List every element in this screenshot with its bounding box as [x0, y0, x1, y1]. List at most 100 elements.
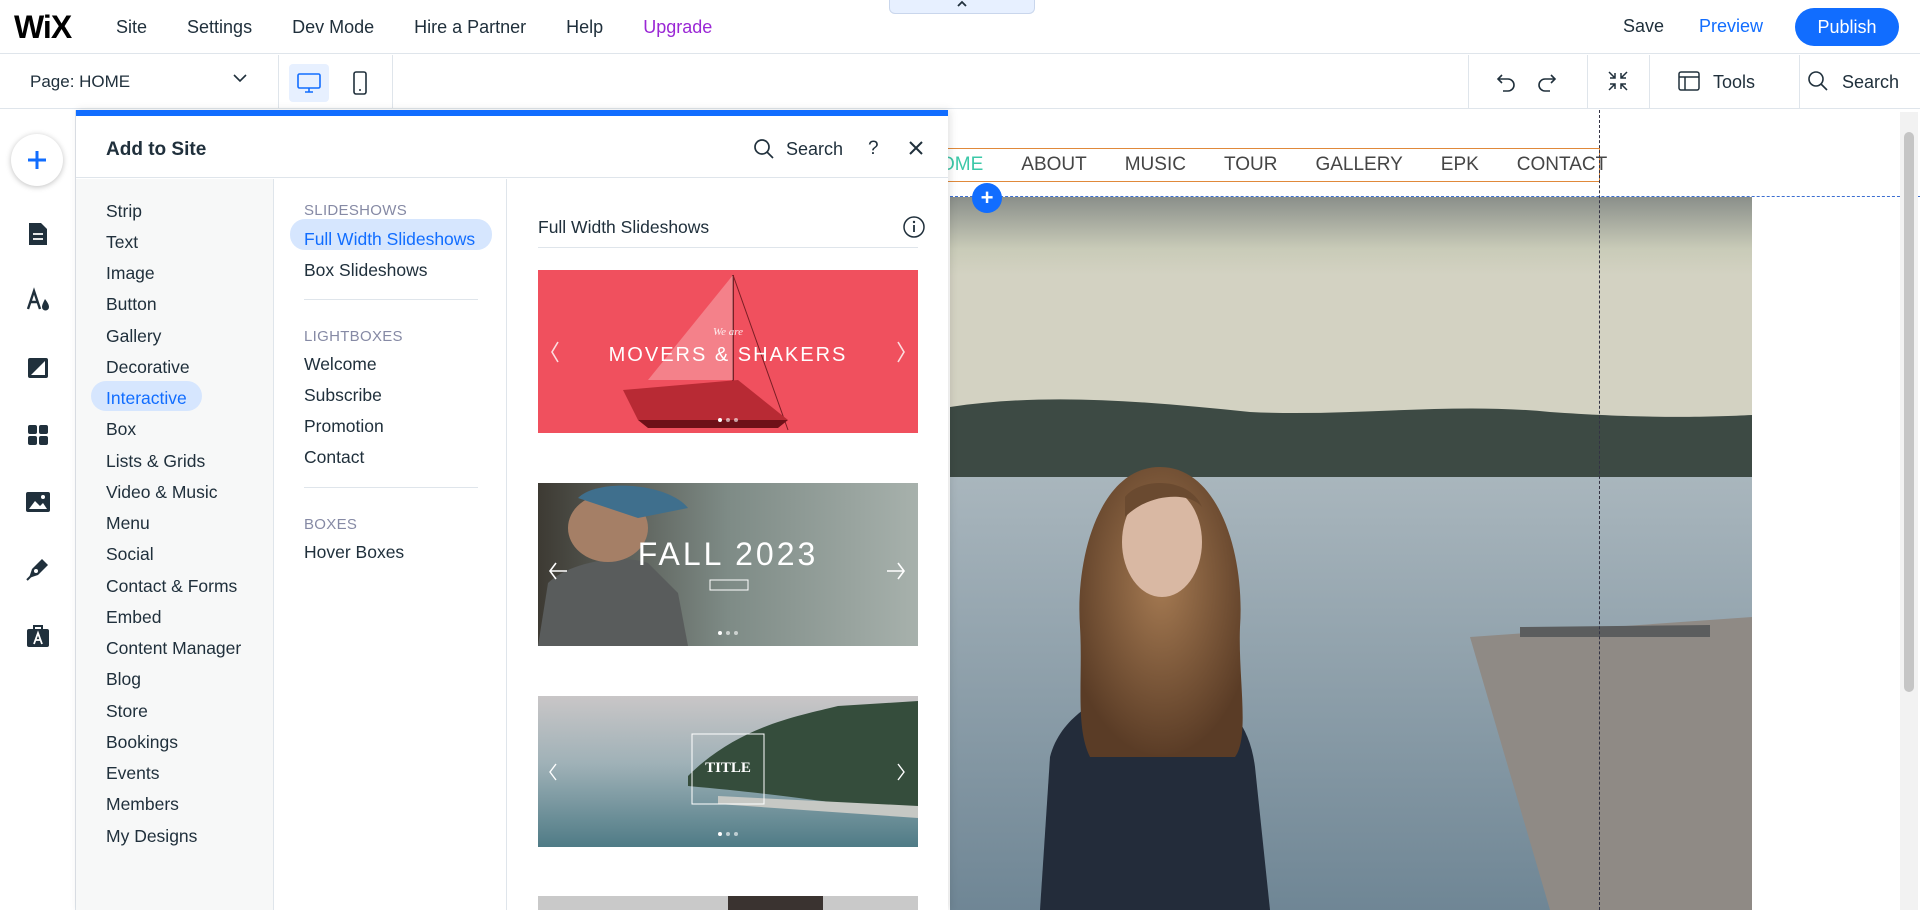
category-contact-forms[interactable]: Contact & Forms — [106, 576, 237, 597]
canvas-scrollbar[interactable] — [1900, 112, 1918, 910]
subcategory-promotion[interactable]: Promotion — [304, 416, 384, 437]
category-box[interactable]: Box — [106, 419, 136, 440]
preview-button[interactable]: Preview — [1699, 16, 1763, 37]
category-image[interactable]: Image — [106, 263, 155, 284]
pen-icon — [26, 559, 48, 581]
category-content-manager[interactable]: Content Manager — [106, 638, 241, 659]
category-events[interactable]: Events — [106, 763, 160, 784]
menu-dev-mode[interactable]: Dev Mode — [292, 17, 374, 38]
undo-icon[interactable] — [1494, 69, 1518, 93]
category-interactive[interactable]: Interactive — [106, 388, 187, 409]
section-heading-boxes: BOXES — [304, 516, 358, 533]
slideshow-thumb-title[interactable]: TITLE — [538, 696, 918, 847]
redo-icon[interactable] — [1535, 69, 1559, 93]
design-button[interactable] — [24, 286, 52, 314]
site-menu: OME ABOUT MUSIC TOUR GALLERY EPK CONTACT — [940, 154, 1645, 176]
category-video-music[interactable]: Video & Music — [106, 482, 218, 503]
divider — [1468, 55, 1469, 109]
category-list: Strip Text Image Button Gallery Decorati… — [76, 179, 274, 910]
add-section-button[interactable]: + — [972, 183, 1002, 213]
section-heading-lightboxes: LIGHTBOXES — [304, 328, 403, 345]
plus-icon — [28, 151, 46, 169]
search-icon[interactable] — [1806, 69, 1830, 93]
section-heading-slideshows: SLIDESHOWS — [304, 202, 408, 219]
slideshow-thumb-movers-shakers[interactable]: We are MOVERS & SHAKERS — [538, 270, 918, 433]
wix-logo[interactable]: WiX — [14, 9, 72, 46]
preview-list: Full Width Slideshows We are MOVERS & SH… — [507, 179, 948, 910]
left-rail — [0, 110, 76, 910]
panel-title: Add to Site — [106, 139, 207, 160]
category-my-designs[interactable]: My Designs — [106, 826, 197, 847]
subcategory-welcome[interactable]: Welcome — [304, 354, 377, 375]
theme-icon — [26, 287, 49, 311]
publish-button[interactable]: Publish — [1795, 8, 1899, 46]
zoom-out-icon[interactable] — [1606, 69, 1630, 93]
subcategory-box-slideshows[interactable]: Box Slideshows — [304, 260, 428, 281]
mobile-icon — [353, 71, 367, 95]
collapse-topbar-tab[interactable] — [889, 0, 1035, 14]
subcategory-subscribe[interactable]: Subscribe — [304, 385, 382, 406]
desktop-icon — [297, 73, 321, 93]
apps-icon — [28, 425, 48, 445]
desktop-view-button[interactable] — [289, 64, 329, 102]
hero-image[interactable] — [950, 197, 1752, 910]
menu-settings[interactable]: Settings — [187, 17, 252, 38]
category-button[interactable]: Button — [106, 294, 157, 315]
blog-button[interactable] — [24, 555, 52, 583]
subcategory-full-width-slideshows[interactable]: Full Width Slideshows — [304, 229, 475, 250]
pages-button[interactable] — [24, 220, 52, 248]
page-selector[interactable]: Page: HOME — [30, 72, 130, 92]
nav-contact[interactable]: CONTACT — [1517, 154, 1607, 176]
divider — [1799, 55, 1800, 109]
category-embed[interactable]: Embed — [106, 607, 161, 628]
help-button[interactable]: ? — [868, 138, 879, 160]
add-elements-button[interactable] — [11, 134, 63, 186]
tools-icon[interactable] — [1677, 69, 1701, 93]
slideshow-thumb-partial[interactable] — [538, 896, 918, 910]
chevron-down-icon[interactable] — [232, 70, 248, 86]
info-icon[interactable] — [902, 215, 926, 239]
category-store[interactable]: Store — [106, 701, 148, 722]
business-button[interactable] — [24, 622, 52, 650]
top-bar: WiX Site Settings Dev Mode Hire a Partne… — [0, 0, 1920, 54]
category-menu[interactable]: Menu — [106, 513, 150, 534]
image-icon — [26, 492, 50, 512]
briefcase-icon — [27, 625, 49, 647]
nav-gallery[interactable]: GALLERY — [1315, 154, 1402, 176]
category-strip[interactable]: Strip — [106, 201, 142, 222]
background-button[interactable] — [24, 354, 52, 382]
apps-button[interactable] — [24, 421, 52, 449]
panel-search-button[interactable]: Search — [786, 139, 843, 160]
slideshow-thumb-fall-2023[interactable]: FALL 2023 — [538, 483, 918, 646]
category-blog[interactable]: Blog — [106, 669, 141, 690]
divider — [1649, 55, 1650, 109]
category-bookings[interactable]: Bookings — [106, 732, 178, 753]
menu-site[interactable]: Site — [116, 17, 147, 38]
nav-about[interactable]: ABOUT — [1021, 154, 1086, 176]
category-text[interactable]: Text — [106, 232, 138, 253]
menu-help[interactable]: Help — [566, 17, 603, 38]
menu-upgrade[interactable]: Upgrade — [643, 17, 712, 38]
subcategory-contact[interactable]: Contact — [304, 447, 364, 468]
mobile-view-button[interactable] — [340, 64, 380, 102]
close-icon[interactable] — [906, 138, 926, 158]
search-button[interactable]: Search — [1842, 72, 1899, 93]
search-icon[interactable] — [752, 137, 776, 161]
scroll-thumb[interactable] — [1904, 132, 1914, 692]
subcategory-hover-boxes[interactable]: Hover Boxes — [304, 542, 404, 563]
menu-hire-a-partner[interactable]: Hire a Partner — [414, 17, 526, 38]
save-button[interactable]: Save — [1623, 16, 1664, 37]
nav-epk[interactable]: EPK — [1441, 154, 1479, 176]
category-social[interactable]: Social — [106, 544, 154, 565]
category-members[interactable]: Members — [106, 794, 179, 815]
divider — [1587, 55, 1588, 109]
category-gallery[interactable]: Gallery — [106, 326, 161, 347]
media-button[interactable] — [24, 488, 52, 516]
category-decorative[interactable]: Decorative — [106, 357, 190, 378]
category-lists-grids[interactable]: Lists & Grids — [106, 451, 205, 472]
editor-toolbar: Page: HOME Tools Search — [0, 55, 1920, 109]
main-menu: Site Settings Dev Mode Hire a Partner He… — [116, 0, 752, 54]
nav-tour[interactable]: TOUR — [1224, 154, 1277, 176]
nav-music[interactable]: MUSIC — [1125, 154, 1186, 176]
tools-button[interactable]: Tools — [1713, 72, 1755, 93]
